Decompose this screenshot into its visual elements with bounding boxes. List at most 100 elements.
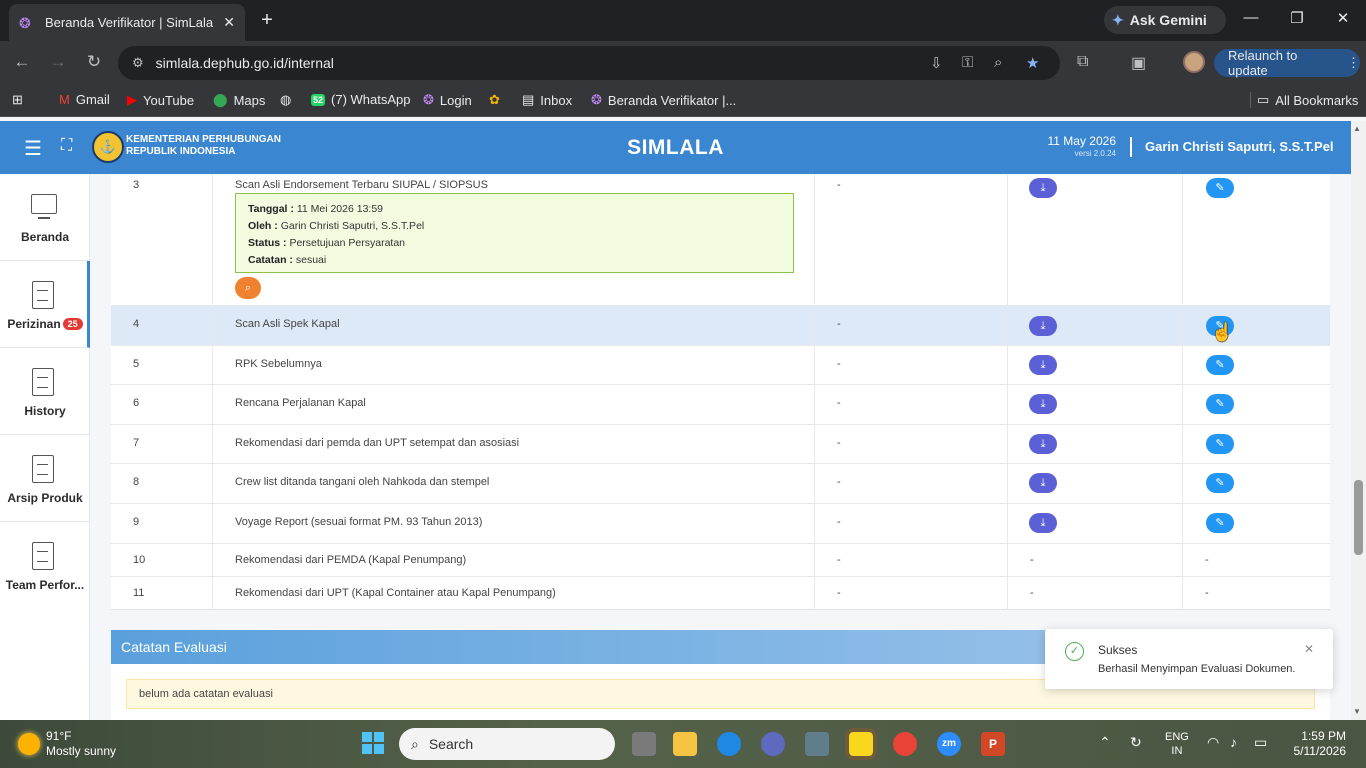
hand-cursor-icon: ☝ — [1211, 322, 1234, 342]
minimize-icon[interactable]: — — [1236, 9, 1266, 26]
download-button[interactable]: ⤓ — [1029, 394, 1057, 414]
zoom-icon[interactable]: ⌕ — [994, 54, 1002, 71]
close-toast-icon[interactable]: ✕ — [1304, 642, 1314, 656]
apps-grid-icon[interactable]: ⊞ — [12, 92, 23, 108]
edit-cell: ✎ — [1183, 464, 1330, 503]
browser-tab[interactable]: ❂ Beranda Verifikator | SimLala ✕ — [9, 4, 245, 41]
document-name: RPK Sebelumnya — [235, 358, 322, 370]
download-button[interactable]: ⤓ — [1029, 513, 1057, 533]
maps-pin-icon: ⬤ — [213, 92, 228, 107]
count-badge: 25 — [62, 318, 83, 330]
search-icon: ⌕ — [411, 735, 419, 752]
check-circle-icon: ✓ — [1065, 642, 1084, 661]
status-cell: - — [815, 577, 1008, 610]
bookmark-whatsapp[interactable]: 52 (7) WhatsApp — [311, 92, 411, 107]
language-indicator[interactable]: ENG IN — [1165, 730, 1189, 758]
download-button[interactable]: ⤓ — [1029, 178, 1057, 198]
download-button[interactable]: ⤓ — [1029, 434, 1057, 454]
note-label: Tanggal : — [248, 203, 294, 215]
download-cell: ⤓ — [1008, 504, 1183, 543]
row-number: 9 — [133, 516, 140, 528]
edit-button[interactable]: ✎ — [1206, 513, 1234, 533]
bookmark-login[interactable]: ❂ Login — [423, 92, 472, 108]
install-app-icon[interactable]: ⇩ — [930, 54, 943, 72]
scroll-down-icon[interactable]: ▼ — [1353, 707, 1361, 716]
chrome-icon[interactable] — [893, 732, 917, 756]
bookmark-star-icon[interactable]: ★ — [1026, 54, 1039, 72]
weather-widget[interactable]: 91°F Mostly sunny — [18, 729, 116, 759]
download-icon: ⤓ — [1040, 438, 1046, 450]
scrollbar-thumb[interactable] — [1354, 480, 1363, 555]
extensions-icon[interactable]: ⧉ — [1077, 53, 1088, 71]
system-clock[interactable]: 1:59 PM 5/11/2026 — [1290, 729, 1347, 759]
chevron-up-icon[interactable]: ⌃ — [1099, 734, 1111, 751]
taskbar-search[interactable]: ⌕ Search — [399, 728, 615, 760]
site-settings-icon[interactable]: ⚙ — [132, 55, 144, 71]
sidebar-item-perizinan[interactable]: Perizinan 25 — [0, 261, 90, 348]
relaunch-button[interactable]: Relaunch to update ⋮ — [1214, 48, 1360, 78]
battery-icon[interactable]: ▭ — [1254, 734, 1267, 751]
status-cell: - — [815, 425, 1008, 463]
download-button[interactable]: ⤓ — [1029, 355, 1057, 375]
page-scrollbar[interactable] — [1351, 121, 1366, 720]
close-window-icon[interactable]: ✕ — [1328, 9, 1358, 27]
sidebar-item-history[interactable]: History — [0, 348, 90, 435]
edit-button[interactable]: ✎ — [1206, 394, 1234, 414]
edit-button[interactable]: ✎ — [1206, 473, 1234, 493]
bookmark-youtube[interactable]: ▶ YouTube — [127, 92, 194, 108]
ask-gemini-button[interactable]: ✦ Ask Gemini — [1104, 6, 1226, 34]
edit-button[interactable]: ✎ — [1206, 178, 1234, 198]
bookmark-beranda[interactable]: ❂ Beranda Verifikator |... — [591, 92, 736, 108]
edit-icon: ✎ — [1215, 359, 1225, 371]
password-key-icon[interactable]: ⚿ — [962, 54, 973, 71]
reload-icon[interactable]: ↻ — [83, 52, 105, 72]
view-detail-button[interactable]: ⌕ — [235, 277, 261, 299]
more-menu-icon[interactable]: ⋮ — [1347, 55, 1360, 71]
success-toast: ✓ Sukses Berhasil Menyimpan Evaluasi Dok… — [1045, 629, 1333, 689]
address-bar[interactable]: ⚙ simlala.dephub.go.id/internal ⇩ ⚿ ⌕ ★ — [118, 46, 1060, 80]
sticky-notes-icon[interactable] — [845, 728, 877, 760]
back-icon[interactable]: ← — [11, 52, 33, 72]
sidebar-item-beranda[interactable]: Beranda — [0, 174, 90, 261]
bookmark-gmail[interactable]: M Gmail — [59, 92, 110, 107]
close-tab-icon[interactable]: ✕ — [223, 14, 235, 31]
document-name: Rencana Perjalanan Kapal — [235, 397, 366, 409]
bookmark-inbox[interactable]: ▤ Inbox — [522, 92, 572, 108]
row-number: 11 — [133, 587, 145, 599]
edit-button[interactable]: ✎ — [1206, 355, 1234, 375]
wifi-icon[interactable]: ◠ — [1207, 734, 1219, 751]
bookmark-maps[interactable]: ⬤ Maps — [213, 92, 265, 108]
media-control-icon[interactable]: ▣ — [1131, 53, 1146, 73]
zoom-app-icon[interactable]: zm — [937, 732, 961, 756]
document-name-cell: Rekomendasi dari pemda dan UPT setempat … — [213, 425, 815, 463]
temperature: 91°F — [46, 729, 72, 743]
bookmarks-bar: ⊞ M Gmail ▶ YouTube ⬤ Maps ◍ 52 (7) WhatsApp… — [0, 84, 1366, 117]
sidebar-item-team-performance[interactable]: Team Perfor... — [0, 522, 90, 609]
bookmark-pinwheel[interactable]: ✿ — [489, 92, 500, 108]
camera-icon[interactable] — [805, 732, 829, 756]
forward-icon[interactable]: → — [47, 52, 69, 72]
new-tab-icon[interactable]: + — [255, 8, 279, 32]
sidebar-item-arsip-produk[interactable]: Arsip Produk — [0, 435, 90, 522]
all-bookmarks[interactable]: ▭ All Bookmarks — [1250, 92, 1358, 108]
download-button[interactable]: ⤓ — [1029, 316, 1057, 336]
profile-avatar[interactable] — [1183, 51, 1205, 73]
edit-button[interactable]: ✎ — [1206, 434, 1234, 454]
app-icon[interactable] — [761, 732, 785, 756]
powerpoint-icon[interactable]: P — [981, 732, 1005, 756]
sync-icon[interactable]: ↻ — [1130, 734, 1142, 751]
sidebar-item-label-wrap: Perizinan 25 — [0, 317, 90, 331]
sidebar-item-label: Beranda — [20, 230, 70, 244]
scroll-up-icon[interactable]: ▲ — [1353, 124, 1361, 133]
edit-cell: ✎ — [1183, 306, 1330, 345]
download-button[interactable]: ⤓ — [1029, 473, 1057, 493]
user-name[interactable]: Garin Christi Saputri, S.S.T.Pel — [1145, 139, 1334, 154]
bookmark-globe[interactable]: ◍ — [280, 92, 291, 108]
volume-icon[interactable]: ♪ — [1230, 734, 1237, 750]
bookmark-label: All Bookmarks — [1275, 92, 1359, 108]
edge-icon[interactable] — [717, 732, 741, 756]
windows-start-icon[interactable] — [362, 732, 384, 754]
file-explorer-icon[interactable] — [673, 732, 697, 756]
maximize-icon[interactable]: ❐ — [1282, 9, 1312, 27]
task-view-icon[interactable] — [632, 732, 656, 756]
